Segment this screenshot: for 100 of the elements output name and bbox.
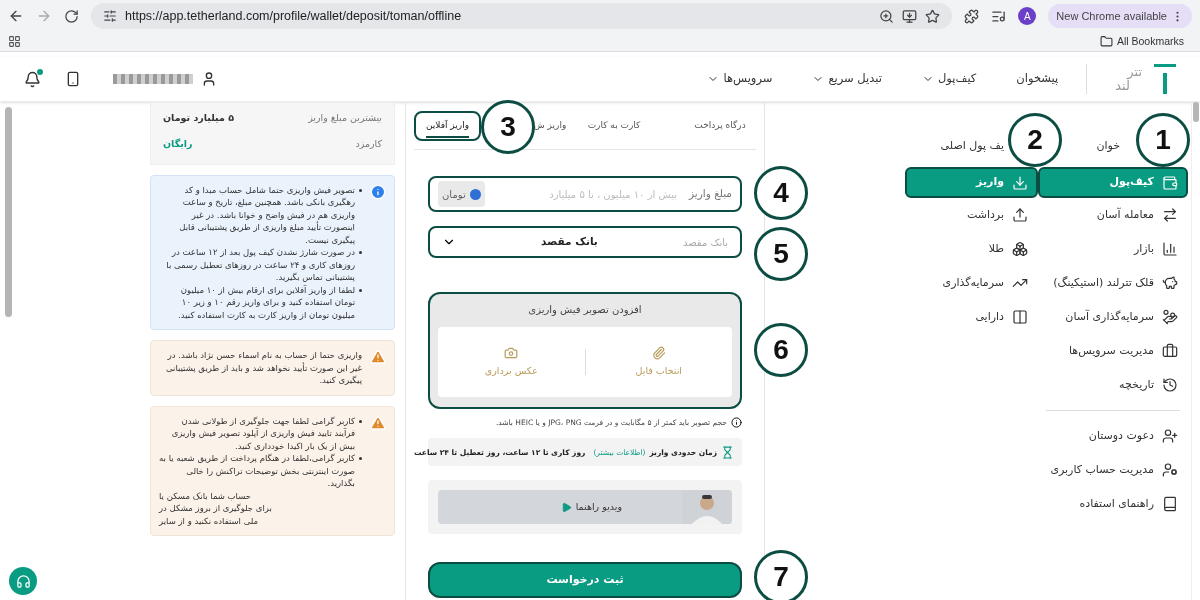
bell-icon[interactable] <box>24 70 41 88</box>
tab[interactable]: واریز آفلاین <box>414 110 481 141</box>
paperclip-icon <box>651 345 666 360</box>
scrollbar-thumb[interactable] <box>5 107 12 317</box>
bullet-icon <box>359 419 362 423</box>
summary-value: ۵ میلیارد تومان <box>163 111 234 126</box>
logo-text: لند <box>1115 79 1130 93</box>
panel-icon <box>1012 309 1028 325</box>
upload-icon <box>1012 207 1028 223</box>
zoom-icon[interactable] <box>879 8 895 24</box>
profile-avatar[interactable]: A <box>1018 7 1037 25</box>
nav-link[interactable]: سرویس‌ها <box>707 70 773 88</box>
piggy-bank-icon <box>1162 275 1178 291</box>
warning-text: واریزی حتما از حساب به نام اسماء حسن نژاد باشد. در غیر این صورت تأیید نخواهد شد و باید از طریق پشتیبانی پیگیری کنید. <box>164 349 362 387</box>
extensions-icon[interactable] <box>964 8 980 24</box>
annotation-marker: 7 <box>754 550 808 600</box>
bookmark-star-icon[interactable] <box>925 8 941 24</box>
info-icon <box>731 417 742 429</box>
field-label: بانک مقصد <box>682 235 728 250</box>
bullet-icon <box>359 288 362 292</box>
upload-title: افزودن تصویر فیش واریزی <box>528 303 642 317</box>
alert-text: کاربر گرامی،لطفا در هنگام پرداخت از طریق شعبه یا به صورت اینترنتی بخش توضیحات تراکنش را خالی بگذارید. <box>159 452 355 490</box>
annotation-marker: 1 <box>1136 113 1190 167</box>
sidebar-item[interactable]: دعوت دوستان <box>1038 419 1188 453</box>
sidebar-item[interactable]: سرمایه‌گذاری آسان <box>1038 300 1188 334</box>
nav-link[interactable]: تبدیل سریع <box>812 70 882 88</box>
support-button[interactable] <box>9 567 37 595</box>
alert-text: تصویر فیش واریزی حتما شامل حساب مبدا و کد رهگیری بانکی باشد. همچنین مبلغ، تاریخ و ساعت واریزی هم در فیش واضح و خوانا باشد. در غیر اینصورت تأیید مبلغ واریزی از طریق پشتیبانی قابل پیگیری نیست. <box>178 183 355 246</box>
sidebar-item[interactable]: مدیریت حساب کاربری <box>1038 453 1188 487</box>
phone-icon[interactable] <box>65 71 81 87</box>
sidebar-item[interactable]: سرمایه‌گذاری <box>905 266 1038 300</box>
alert-text: در صورت شارژ نشدن کیف پول بعد از ۱۲ ساعت در روزهای کاری و ۲۴ ساعت در روزهای تعطیل رسمی با پشتیبانی تماس بگیرید. <box>165 246 355 284</box>
sidebar-item[interactable]: معامله آسان <box>1038 198 1188 232</box>
alert-text: برای جلوگیری از بروز مشکل در <box>159 502 273 515</box>
field-label: مبلغ واریز <box>689 186 732 202</box>
download-icon <box>1012 174 1028 191</box>
bullet-icon <box>359 457 362 460</box>
sidebar-item[interactable]: تاریخچه <box>1038 368 1188 402</box>
select-value: بانک مقصد <box>540 234 599 250</box>
nav-link[interactable]: کیف‌پول <box>922 70 977 88</box>
currency-badge: تومان <box>438 181 485 207</box>
camera-icon <box>504 345 519 360</box>
book-icon <box>1162 496 1178 512</box>
sidebar-item[interactable]: برداشت <box>905 198 1038 232</box>
alert-text: کاربر گرامی لطفا جهت جلوگیری از طولانی شدن فرآیند تایید فیش واریزی از آپلود تصویر فیش واریزی بیش از یک بار اکیدا خودداری کنید. <box>170 414 355 452</box>
install-icon[interactable] <box>902 8 918 24</box>
nav-link[interactable]: پیشخوان <box>1016 70 1059 88</box>
summary-value: رایگان <box>163 137 193 152</box>
alert-text: لطفا از واریز آفلاین برای ارقام بیش از ۱۰ میلیون تومان استفاده کنید و برای واریز رقم ۱۰ و زیر ۱۰ میلیون تومان از واریز کارت به کارت استفاده کنید. <box>177 283 355 321</box>
alert-text: ملی استفاده نکنید و از سایر <box>159 514 260 527</box>
annotation-marker: 3 <box>481 100 535 154</box>
update-chrome-button[interactable]: New Chrome available <box>1048 4 1192 28</box>
sidebar-item[interactable]: مدیریت سرویس‌ها <box>1038 334 1188 368</box>
logo-mark-icon <box>1154 64 1176 94</box>
hand-coins-icon <box>1162 309 1178 325</box>
scrollbar-thumb[interactable] <box>1193 102 1199 122</box>
reload-icon[interactable] <box>64 8 79 24</box>
sidebar-item[interactable]: بازار <box>1038 232 1188 266</box>
sidebar-item[interactable]: طلا <box>905 232 1038 266</box>
bar-chart-icon <box>1162 241 1178 257</box>
video-banner[interactable]: ویدیو راهنما <box>438 490 732 525</box>
back-icon[interactable] <box>8 8 24 24</box>
bookmarks-folder[interactable]: All Bookmarks <box>1099 33 1192 50</box>
headset-icon <box>15 573 31 589</box>
info-icon <box>370 183 386 200</box>
briefcase-icon <box>1162 343 1178 359</box>
annotation-marker: 5 <box>754 227 808 281</box>
alert-text: حساب شما بانک مسکن یا <box>159 489 253 502</box>
bank-select[interactable]: بانک مقصد بانک مقصد <box>428 226 742 258</box>
folder-icon <box>1099 35 1113 48</box>
tab[interactable]: کارت به کارت <box>579 110 649 141</box>
boxes-icon <box>1012 241 1028 257</box>
sidebar-item[interactable]: راهنمای استفاده <box>1038 487 1188 521</box>
site-info-icon[interactable] <box>103 9 117 23</box>
bullet-icon <box>359 188 362 192</box>
bullet-icon <box>359 251 362 254</box>
warning-icon <box>370 414 386 431</box>
address-bar[interactable]: https://app.tetherland.com/profile/wallet/deposit/toman/offline <box>91 3 953 29</box>
annotation-marker: 2 <box>1008 113 1062 167</box>
summary-label: بیشترین مبلغ واریز <box>308 111 382 125</box>
sidebar-item[interactable]: خوان <box>1096 137 1120 155</box>
tab[interactable]: درگاه پرداخت <box>684 110 756 141</box>
media-icon[interactable] <box>991 8 1007 24</box>
video-label: ویدیو راهنما <box>560 500 622 515</box>
user-plus-icon <box>1162 428 1178 444</box>
sidebar-item[interactable]: دارایی <box>905 300 1038 334</box>
annotation-marker: 4 <box>754 166 808 220</box>
summary-label: کارمزد <box>355 137 382 152</box>
amount-field[interactable]: مبلغ واریز بیش از ۱۰ میلیون ، تا ۵ میلیارد تومان <box>428 176 742 212</box>
amount-input[interactable]: بیش از ۱۰ میلیون ، تا ۵ میلیارد <box>496 186 677 202</box>
sidebar-item[interactable]: قلک تترلند (استیکینگ) <box>1038 266 1188 300</box>
annotation-marker: 6 <box>754 323 808 377</box>
exchange-icon <box>1162 207 1178 223</box>
warning-icon <box>370 349 386 365</box>
apps-icon[interactable] <box>8 35 21 48</box>
user-settings-icon <box>1162 462 1178 478</box>
sidebar-item[interactable]: یف پول اصلی <box>940 137 1004 155</box>
play-icon <box>560 501 572 513</box>
user-icon[interactable] <box>201 71 217 87</box>
history-icon <box>1162 377 1178 393</box>
